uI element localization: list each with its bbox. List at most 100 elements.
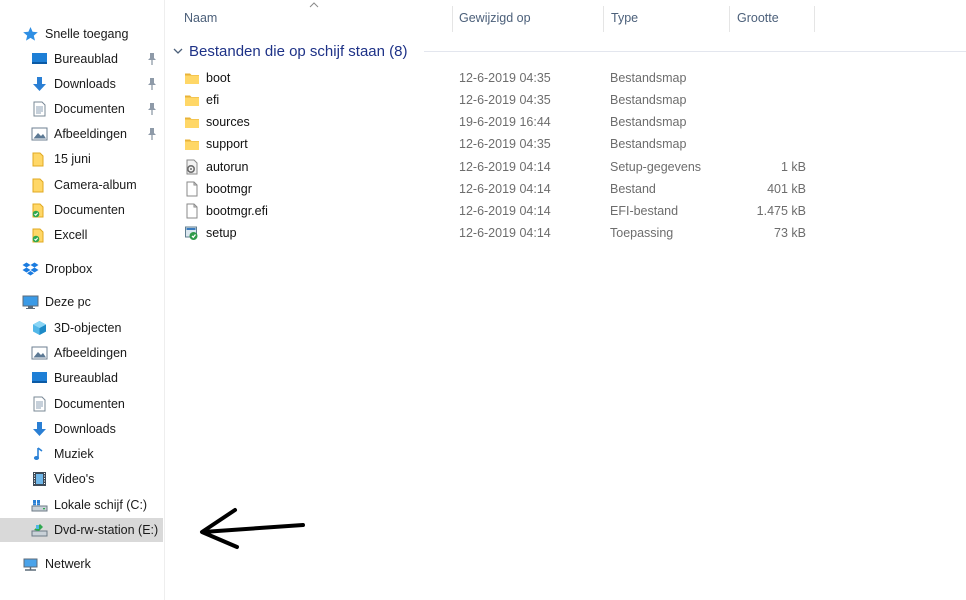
file-type: Bestand	[610, 182, 656, 196]
file-size: 73 kB	[774, 226, 806, 240]
nav-item-documenten-pc[interactable]: Documenten	[0, 392, 163, 416]
file-type: Bestandsmap	[610, 115, 687, 129]
column-divider[interactable]	[603, 6, 604, 32]
file-row[interactable]: setup 12-6-2019 04:14 Toepassing 73 kB	[176, 222, 816, 244]
file-type: Bestandsmap	[610, 93, 687, 107]
file-modified: 12-6-2019 04:14	[459, 182, 551, 196]
column-divider[interactable]	[729, 6, 730, 32]
group-title: Bestanden die op schijf staan (8)	[189, 42, 408, 60]
pin-icon	[146, 77, 158, 91]
file-row[interactable]: support 12-6-2019 04:35 Bestandsmap	[176, 133, 816, 155]
column-divider[interactable]	[814, 6, 815, 32]
group-divider	[424, 51, 966, 52]
file-row[interactable]: autorun 12-6-2019 04:14 Setup-gegevens 1…	[176, 156, 816, 178]
nav-item-camera-album[interactable]: Camera-album	[0, 173, 163, 197]
file-size	[726, 111, 806, 133]
film-icon	[31, 471, 48, 487]
nav-item-label: Video's	[54, 472, 95, 486]
nav-item-label: Camera-album	[54, 178, 137, 192]
file-size: 1.475 kB	[756, 204, 806, 218]
file-row[interactable]: bootmgr.efi 12-6-2019 04:14 EFI-bestand …	[176, 200, 816, 222]
file-size: 401 kB	[767, 182, 806, 196]
file-size: 1 kB	[780, 160, 806, 174]
file-icon	[184, 203, 200, 219]
nav-item-3d-objecten[interactable]: 3D-objecten	[0, 316, 163, 340]
download-arrow-icon	[31, 421, 48, 437]
pin-icon	[146, 102, 158, 116]
nav-item-documenten-synced[interactable]: Documenten	[0, 198, 163, 222]
file-size	[726, 67, 806, 89]
nav-item-documenten[interactable]: Documenten	[0, 97, 163, 121]
network-icon	[22, 556, 39, 572]
nav-item-muziek[interactable]: Muziek	[0, 442, 163, 466]
file-name: autorun	[206, 160, 249, 174]
nav-item-bureaublad[interactable]: Bureaublad	[0, 47, 163, 71]
file-row[interactable]: boot 12-6-2019 04:35 Bestandsmap	[176, 67, 816, 89]
nav-item-lokale-schijf[interactable]: Lokale schijf (C:)	[0, 493, 163, 517]
column-header-type[interactable]: Type	[611, 0, 729, 36]
documents-icon	[31, 101, 48, 117]
synced-folder-icon	[31, 227, 48, 243]
file-modified: 12-6-2019 04:35	[459, 71, 551, 85]
nav-quick-access[interactable]: Snelle toegang	[0, 22, 163, 46]
nav-this-pc[interactable]: Deze pc	[0, 290, 163, 314]
nav-item-label: 15 juni	[54, 152, 91, 166]
folder-icon	[31, 177, 48, 193]
file-type: Toepassing	[610, 226, 674, 240]
file-row[interactable]: sources 19-6-2019 16:44 Bestandsmap	[176, 111, 816, 133]
nav-item-dvd-rw-station[interactable]: Dvd-rw-station (E:)	[0, 518, 163, 542]
dropbox-icon	[22, 261, 39, 277]
pictures-icon	[31, 345, 48, 361]
file-type: Bestandsmap	[610, 137, 687, 151]
file-row[interactable]: bootmgr 12-6-2019 04:14 Bestand 401 kB	[176, 178, 816, 200]
nav-item-afbeeldingen[interactable]: Afbeeldingen	[0, 122, 163, 146]
folder-icon	[184, 70, 200, 86]
nav-item-15-juni[interactable]: 15 juni	[0, 147, 163, 171]
column-header-modified[interactable]: Gewijzigd op	[459, 0, 603, 36]
nav-item-label: Bureaublad	[54, 371, 118, 385]
file-row[interactable]: efi 12-6-2019 04:35 Bestandsmap	[176, 89, 816, 111]
file-name: setup	[206, 226, 237, 240]
group-header[interactable]: Bestanden die op schijf staan (8)	[172, 40, 407, 62]
nav-item-label: Dvd-rw-station (E:)	[54, 523, 159, 537]
file-modified: 12-6-2019 04:14	[459, 160, 551, 174]
pin-icon	[146, 127, 158, 141]
nav-item-label: Documenten	[54, 397, 125, 411]
nav-item-label: Downloads	[54, 77, 116, 91]
nav-item-label: 3D-objecten	[54, 321, 122, 335]
star-icon	[22, 26, 39, 42]
nav-item-downloads-pc[interactable]: Downloads	[0, 417, 163, 441]
nav-item-label: Afbeeldingen	[54, 127, 127, 141]
file-modified: 12-6-2019 04:35	[459, 137, 551, 151]
pin-icon	[146, 52, 158, 66]
file-modified: 12-6-2019 04:14	[459, 226, 551, 240]
nav-item-bureaublad-pc[interactable]: Bureaublad	[0, 366, 163, 390]
file-type: EFI-bestand	[610, 204, 679, 218]
music-note-icon	[31, 446, 48, 462]
cube-icon	[31, 320, 48, 336]
nav-item-excell[interactable]: Excell	[0, 223, 163, 247]
nav-item-label: Documenten	[54, 203, 125, 217]
nav-network[interactable]: Netwerk	[0, 552, 163, 576]
file-name: boot	[206, 71, 231, 85]
file-name: bootmgr.efi	[206, 204, 268, 218]
nav-dropbox[interactable]: Dropbox	[0, 257, 163, 281]
file-name: sources	[206, 115, 250, 129]
folder-icon	[184, 114, 200, 130]
desktop-icon	[31, 51, 48, 67]
column-divider[interactable]	[452, 6, 453, 32]
folder-icon	[184, 92, 200, 108]
nav-item-label: Excell	[54, 228, 88, 242]
column-header-name[interactable]: Naam	[184, 0, 452, 36]
local-disk-icon	[31, 497, 48, 513]
nav-item-label: Lokale schijf (C:)	[54, 498, 148, 512]
settings-file-icon	[184, 159, 200, 175]
nav-item-videos[interactable]: Video's	[0, 467, 163, 491]
dvd-drive-icon	[31, 522, 48, 538]
nav-item-downloads[interactable]: Downloads	[0, 72, 163, 96]
nav-item-afbeeldingen-pc[interactable]: Afbeeldingen	[0, 341, 163, 365]
nav-item-label: Downloads	[54, 422, 116, 436]
column-header-size[interactable]: Grootte	[737, 0, 814, 36]
synced-folder-icon	[31, 202, 48, 218]
chevron-down-icon[interactable]	[172, 45, 184, 57]
